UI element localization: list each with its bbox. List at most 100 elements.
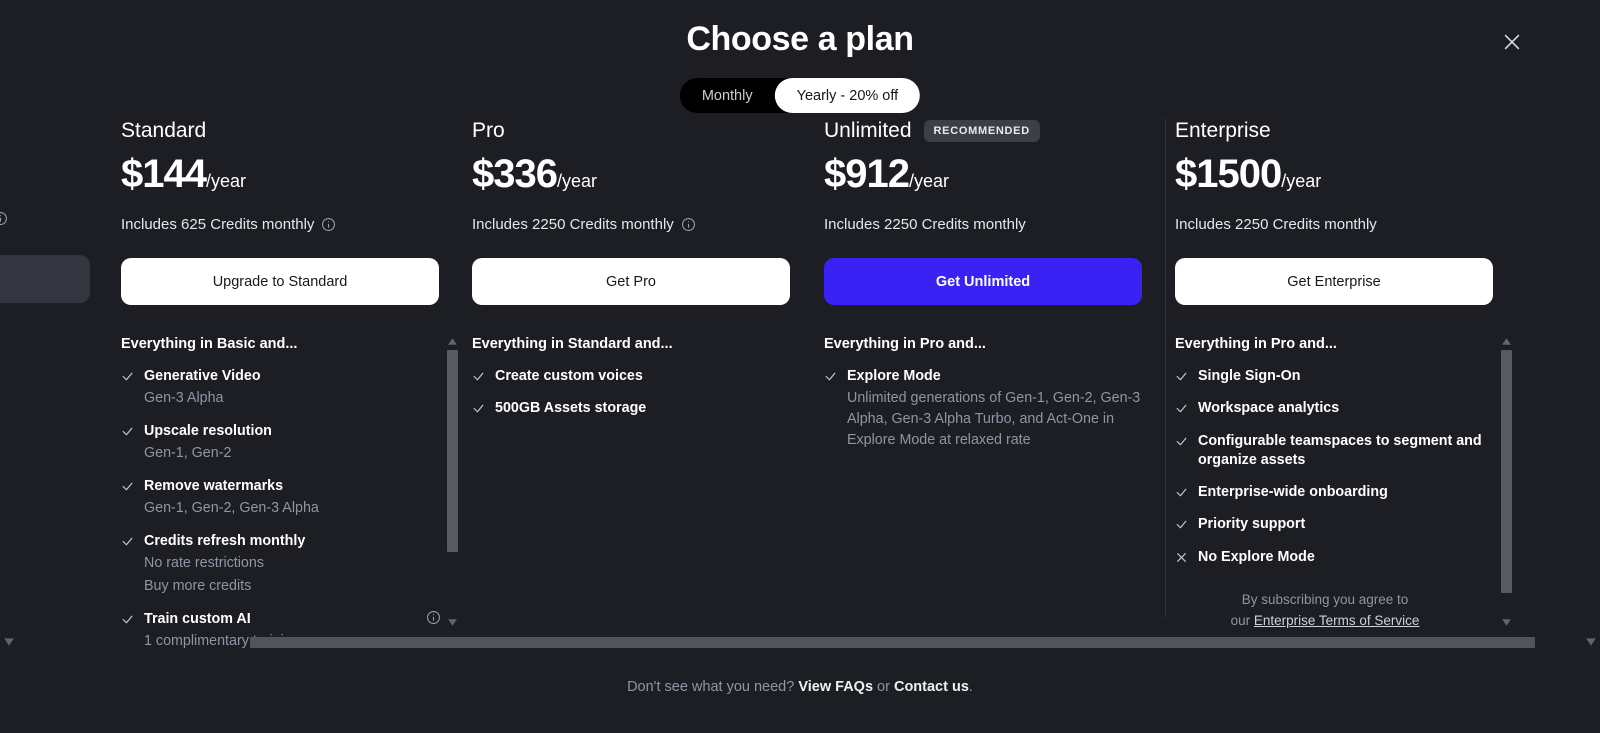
feature-item: Explore Mode Unlimited generations of Ge…: [824, 367, 1144, 450]
feature-item: No Explore Mode: [1175, 548, 1495, 567]
check-icon: [121, 535, 134, 597]
check-icon: [472, 402, 485, 418]
plan-cta-unlimited[interactable]: Get Unlimited: [824, 258, 1142, 305]
features-heading: Everything in Basic and...: [121, 336, 298, 352]
enterprise-terms-link[interactable]: Enterprise Terms of Service: [1254, 613, 1420, 628]
plan-price: $144: [121, 152, 207, 196]
triangle-up-icon[interactable]: [447, 336, 458, 347]
triangle-left-icon[interactable]: [3, 636, 15, 648]
feature-item: 500GB Assets storage: [472, 399, 792, 418]
feature-list: Create custom voices 500GB Assets storag…: [472, 367, 792, 419]
triangle-up-icon[interactable]: [1501, 336, 1512, 347]
check-icon: [1175, 435, 1188, 471]
plan-price: $1500: [1175, 152, 1282, 196]
feature-list-scrollbar[interactable]: [446, 336, 459, 628]
feature-title: Generative Video: [144, 368, 261, 384]
scrollbar-thumb[interactable]: [447, 350, 458, 552]
features-heading: Everything in Pro and...: [824, 336, 986, 352]
close-icon[interactable]: [1496, 26, 1528, 58]
feature-item: Single Sign-On: [1175, 367, 1495, 386]
terms-line-1: By subscribing you agree to: [1241, 592, 1409, 607]
feature-list-wrap: Everything in Pro and... Single Sign-On …: [1175, 336, 1512, 626]
feature-item: Generative Video Gen-3 Alpha: [121, 367, 441, 409]
toggle-option-monthly[interactable]: Monthly: [680, 78, 775, 113]
plan-header: Standard: [121, 118, 441, 144]
footer-middle: or: [873, 679, 894, 695]
plan-credits: Includes 2250 Credits monthly: [1175, 216, 1377, 233]
feature-item: Upscale resolution Gen-1, Gen-2: [121, 422, 441, 464]
scrollbar-thumb[interactable]: [1501, 350, 1512, 593]
feature-sub: Buy more credits: [144, 578, 252, 595]
column-divider: [1165, 118, 1166, 618]
plan-period: /year: [1281, 171, 1322, 191]
feature-item: Create custom voices: [472, 367, 792, 386]
footer-help-text: Don't see what you need? View FAQs or Co…: [0, 679, 1600, 695]
scrollbar-thumb[interactable]: [250, 637, 1535, 648]
feature-sub: Gen-1, Gen-2: [144, 445, 232, 462]
horizontal-scrollbar[interactable]: [0, 634, 1600, 650]
terms-line-2-prefix: our: [1230, 612, 1254, 628]
feature-title: Workspace analytics: [1198, 400, 1340, 417]
plan-credits-row: Includes 2250 Credits monthly: [824, 216, 1144, 233]
feature-item: Credits refresh monthly No rate restrict…: [121, 532, 441, 597]
choose-plan-modal: Choose a plan Monthly Yearly - 20% off S…: [0, 0, 1600, 733]
plan-card-standard: Standard $144 /year Includes 625 Credits…: [121, 118, 458, 649]
check-icon: [1175, 486, 1188, 502]
plan-columns: Standard $144 /year Includes 625 Credits…: [0, 118, 1600, 649]
plan-name: Standard: [121, 119, 207, 142]
plan-price-row: $336 /year: [472, 152, 792, 197]
check-icon: [121, 370, 134, 409]
triangle-down-icon[interactable]: [1501, 617, 1512, 628]
plan-header: Pro: [472, 118, 792, 144]
plan-credits: Includes 2250 Credits monthly: [472, 216, 674, 233]
plan-credits: Includes 625 Credits monthly: [121, 216, 315, 233]
feature-title: No Explore Mode: [1198, 548, 1315, 565]
feature-item: Remove watermarks Gen-1, Gen-2, Gen-3 Al…: [121, 477, 441, 519]
plan-credits-row: Includes 2250 Credits monthly: [1175, 216, 1495, 233]
info-icon[interactable]: [681, 217, 696, 232]
info-icon[interactable]: [426, 610, 441, 625]
contact-us-link[interactable]: Contact us: [894, 679, 969, 695]
feature-list-wrap: Everything in Pro and... Explore Mode Un…: [824, 336, 1144, 626]
features-heading: Everything in Standard and...: [472, 336, 673, 352]
plan-period: /year: [205, 171, 247, 191]
toggle-option-yearly[interactable]: Yearly - 20% off: [774, 78, 921, 113]
plan-cta-standard[interactable]: Upgrade to Standard: [121, 258, 439, 305]
check-icon: [472, 370, 485, 386]
plan-cta-pro[interactable]: Get Pro: [472, 258, 790, 305]
feature-title: Single Sign-On: [1198, 368, 1301, 384]
plan-credits: Includes 2250 Credits monthly: [824, 216, 1026, 233]
enterprise-terms: By subscribing you agree to our Enterpri…: [1175, 590, 1475, 632]
feature-list: Explore Mode Unlimited generations of Ge…: [824, 367, 1144, 450]
plan-price-row: $144 /year: [121, 152, 441, 197]
feature-list: Single Sign-On Workspace analytics Confi…: [1175, 367, 1495, 567]
feature-list-wrap: Everything in Basic and... Generative Vi…: [121, 336, 458, 649]
feature-title: Enterprise-wide onboarding: [1198, 484, 1388, 501]
check-icon: [121, 425, 134, 464]
feature-title: Remove watermarks: [144, 478, 284, 495]
info-icon[interactable]: [321, 217, 336, 232]
triangle-right-icon[interactable]: [1585, 636, 1597, 648]
feature-title: Credits refresh monthly: [144, 533, 306, 550]
triangle-down-icon[interactable]: [447, 617, 458, 628]
plan-credits-row: Includes 625 Credits monthly: [121, 216, 441, 233]
plan-header: Enterprise: [1175, 118, 1495, 144]
page-title: Choose a plan: [686, 20, 914, 58]
feature-title: Upscale resolution: [144, 423, 272, 440]
plan-card-pro: Pro $336 /year Includes 2250 Credits mon…: [472, 118, 792, 618]
plan-name: Unlimited: [824, 119, 912, 142]
feature-title: Priority support: [1198, 516, 1306, 533]
cross-icon: [1175, 551, 1188, 567]
plan-card-enterprise: Enterprise $1500 /year Includes 2250 Cre…: [1175, 118, 1512, 626]
plan-price-row: $1500 /year: [1175, 152, 1495, 197]
feature-list-scrollbar[interactable]: [1500, 336, 1513, 628]
feature-sub: No rate restrictions: [144, 555, 264, 572]
view-faqs-link[interactable]: View FAQs: [798, 679, 873, 695]
feature-item: Enterprise-wide onboarding: [1175, 483, 1495, 502]
features-heading: Everything in Pro and...: [1175, 336, 1337, 352]
feature-sub: Gen-3 Alpha: [144, 390, 224, 407]
plan-cta-enterprise[interactable]: Get Enterprise: [1175, 258, 1493, 305]
billing-period-toggle[interactable]: Monthly Yearly - 20% off: [679, 78, 921, 113]
plan-period: /year: [908, 171, 950, 191]
plan-header: Unlimited RECOMMENDED: [824, 118, 1144, 144]
